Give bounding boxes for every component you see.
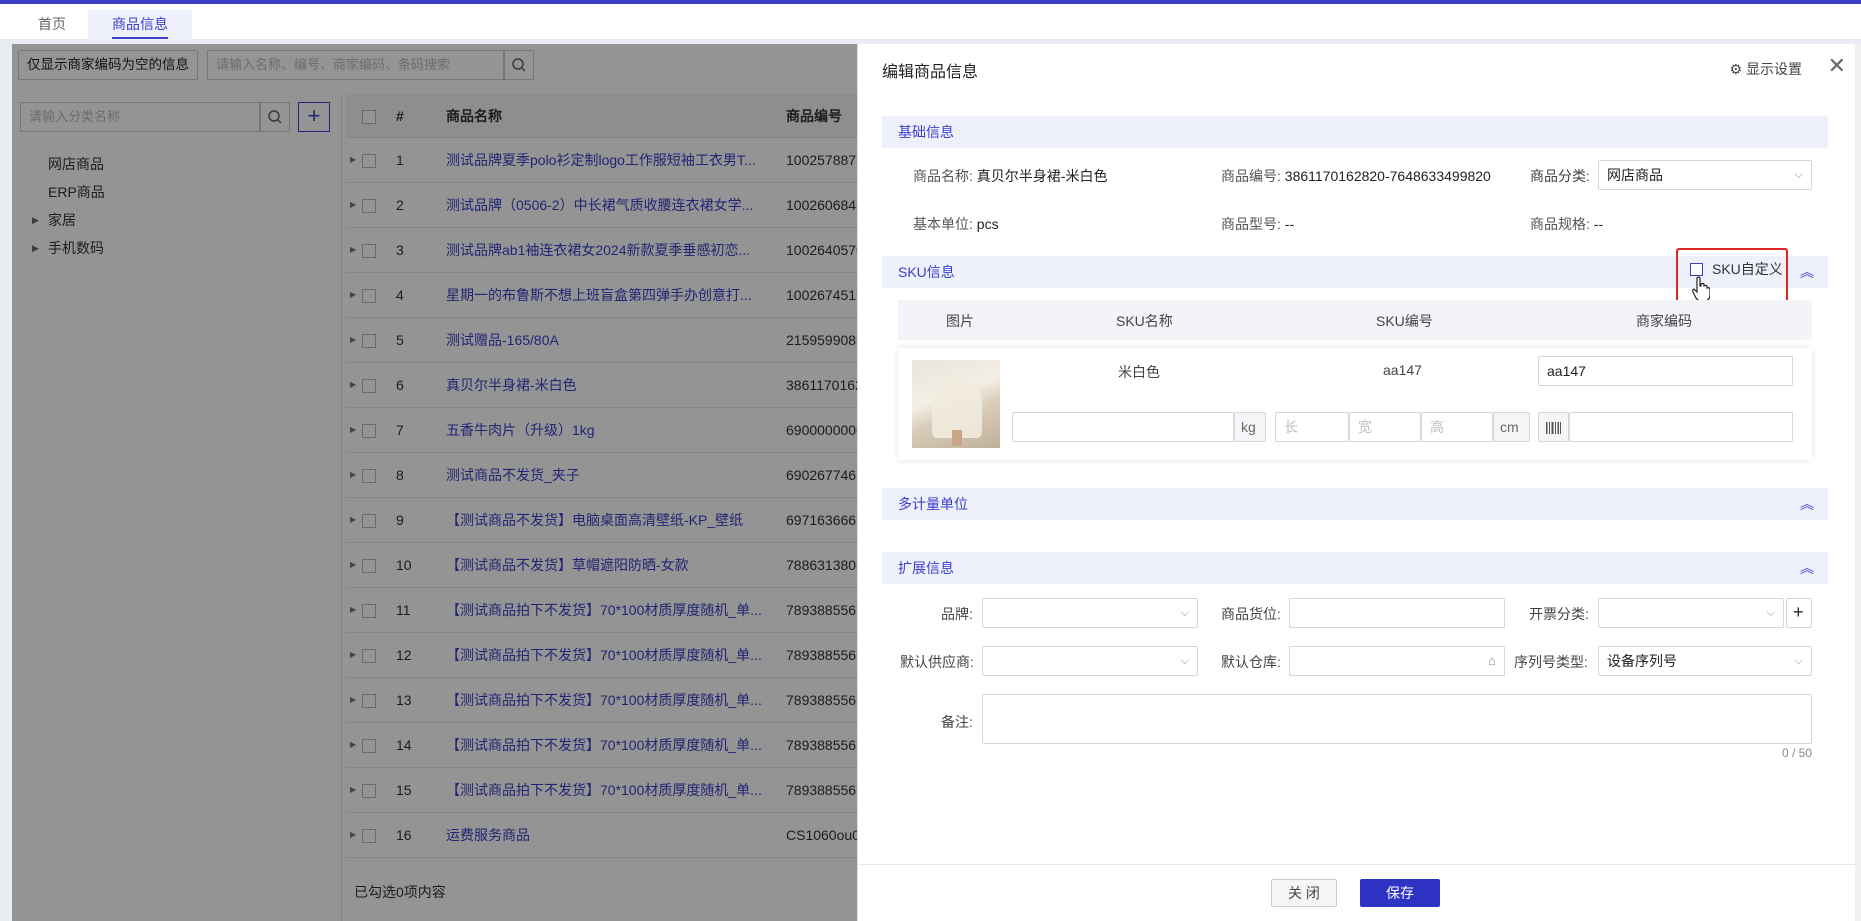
width-input[interactable]: 宽: [1349, 412, 1421, 442]
display-settings-button[interactable]: ⚙ 显示设置: [1730, 59, 1802, 79]
sku-custom-checkbox[interactable]: [1690, 263, 1703, 276]
location-label: 商品货位:: [1221, 606, 1281, 622]
drawer-footer: 关 闭 保存: [858, 864, 1861, 921]
chevron-down-icon: ⌵: [1794, 169, 1803, 181]
length-input[interactable]: 长: [1275, 412, 1349, 442]
invoice-category-select[interactable]: ⌵: [1598, 598, 1784, 628]
tab-product-info[interactable]: 商品信息: [88, 10, 192, 40]
product-name-field: 商品名称: 真贝尔半身裙-米白色: [913, 168, 1108, 184]
column-header: 商家编码: [1636, 313, 1692, 329]
home-icon: ⌂: [1488, 653, 1496, 668]
hand-pointer-icon: [1692, 276, 1710, 300]
edit-product-drawer: 编辑商品信息 ⚙ 显示设置 ✕ 基础信息 商品名称: 真贝尔半身裙-米白色 商品…: [857, 44, 1861, 921]
supplier-label: 默认供应商:: [900, 654, 974, 670]
remark-textarea[interactable]: [982, 694, 1812, 744]
serial-type-select[interactable]: 设备序列号 ⌵: [1598, 646, 1812, 676]
height-input[interactable]: 高: [1421, 412, 1493, 442]
location-input[interactable]: [1289, 598, 1505, 628]
warehouse-select[interactable]: ⌂: [1289, 646, 1505, 676]
barcode-icon[interactable]: [1538, 412, 1569, 442]
invoice-category-label: 开票分类:: [1529, 606, 1589, 622]
product-category-select[interactable]: 网店商品 ⌵: [1598, 160, 1812, 190]
weight-input[interactable]: [1012, 412, 1234, 442]
weight-unit: kg: [1234, 412, 1266, 442]
product-code-field: 商品编号: 3861170162820-7648633499820: [1221, 168, 1491, 184]
collapse-up-icon[interactable]: ︽: [1800, 488, 1814, 520]
section-basic-info: 基础信息: [882, 116, 1828, 148]
collapse-up-icon[interactable]: ︽: [1800, 256, 1814, 288]
chevron-down-icon: ⌵: [1794, 655, 1803, 667]
serial-type-label: 序列号类型:: [1514, 654, 1588, 670]
warehouse-label: 默认仓库:: [1221, 654, 1281, 670]
column-header: 图片: [946, 313, 974, 329]
drawer-title: 编辑商品信息: [882, 64, 979, 81]
add-invoice-category-button[interactable]: +: [1786, 598, 1812, 628]
collapse-up-icon[interactable]: ︽: [1800, 552, 1814, 584]
sku-name: 米白色: [1118, 364, 1160, 380]
sku-code: aa147: [1383, 362, 1422, 378]
size-unit: cm: [1493, 412, 1530, 442]
sku-table-header: 图片 SKU名称 SKU编号 商家编码: [898, 300, 1812, 340]
section-extended-info: 扩展信息 ︽: [882, 552, 1828, 584]
remark-char-count: 0 / 50: [1782, 746, 1813, 760]
column-header: SKU名称: [1116, 313, 1173, 329]
modal-overlay[interactable]: [12, 44, 857, 921]
sku-row: 米白色 aa147 aa147 kg 长 宽 高 cm: [898, 348, 1812, 460]
gear-icon: ⚙: [1729, 61, 1743, 77]
remark-label: 备注:: [941, 714, 973, 730]
brand-label: 品牌:: [941, 606, 973, 622]
chevron-down-icon: ⌵: [1180, 607, 1189, 619]
page-tab-bar: 首页 商品信息: [0, 4, 1861, 40]
product-spec-field: 商品规格: --: [1530, 216, 1604, 232]
tab-home[interactable]: 首页: [14, 10, 90, 40]
sku-custom-label: SKU自定义: [1712, 261, 1783, 277]
drawer-header: 编辑商品信息 ⚙ 显示设置 ✕: [858, 44, 1861, 92]
product-category-label: 商品分类:: [1530, 168, 1590, 184]
brand-select[interactable]: ⌵: [982, 598, 1198, 628]
barcode-input[interactable]: [1569, 412, 1793, 442]
product-model-field: 商品型号: --: [1221, 216, 1295, 232]
close-icon[interactable]: ✕: [1828, 54, 1846, 78]
supplier-select[interactable]: ⌵: [982, 646, 1198, 676]
save-button[interactable]: 保存: [1360, 879, 1440, 907]
merchant-code-input[interactable]: aa147: [1538, 356, 1793, 386]
column-header: SKU编号: [1376, 313, 1433, 329]
section-multi-unit: 多计量单位 ︽: [882, 488, 1828, 520]
chevron-down-icon: ⌵: [1766, 607, 1775, 619]
chevron-down-icon: ⌵: [1180, 655, 1189, 667]
sku-image[interactable]: [912, 360, 1000, 448]
drawer-scrollbar[interactable]: [1855, 44, 1861, 921]
close-button[interactable]: 关 闭: [1271, 879, 1337, 907]
base-unit-field: 基本单位: pcs: [913, 216, 999, 232]
